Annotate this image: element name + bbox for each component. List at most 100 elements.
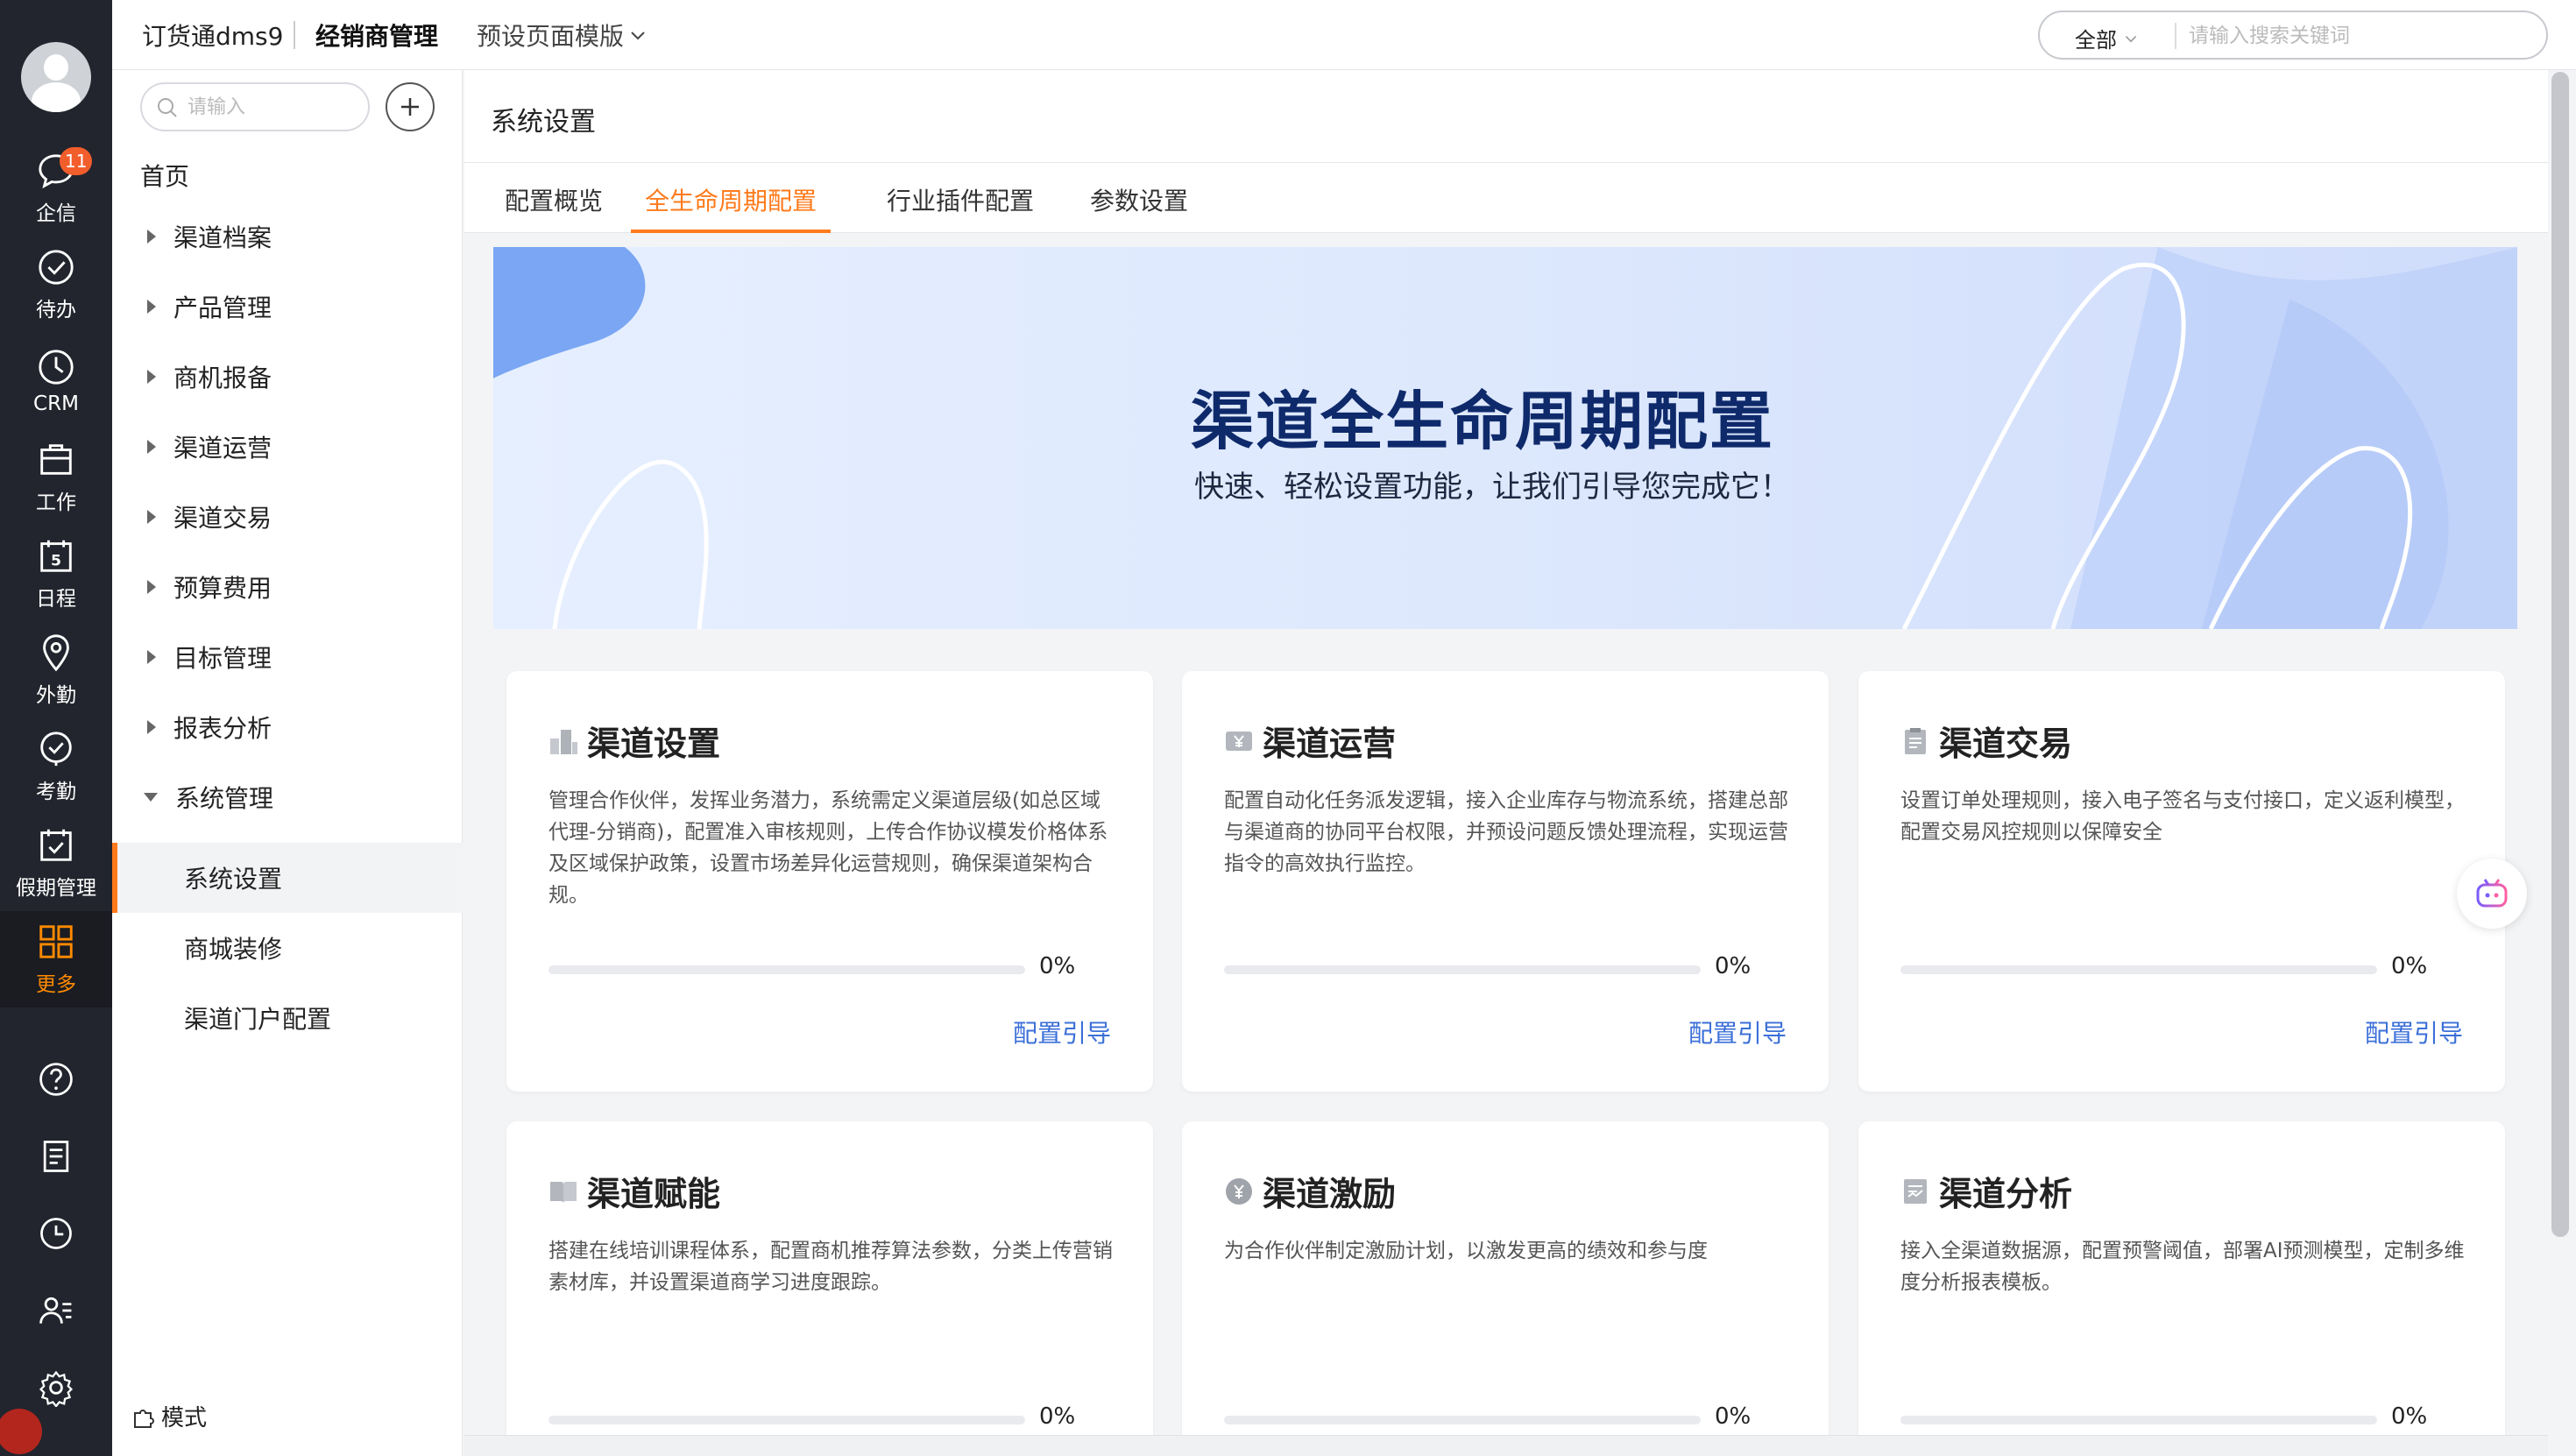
- config-guide-link[interactable]: 配置引导: [1688, 1014, 1787, 1050]
- check-circle-icon: [39, 250, 74, 285]
- settings-button[interactable]: [0, 1361, 112, 1414]
- progress-percent: 0%: [1715, 953, 1752, 979]
- rail-label: 更多: [36, 973, 76, 996]
- sidebar-item-channel-archive[interactable]: 渠道档案: [112, 205, 463, 268]
- sidebar-item-label: 报表分析: [173, 714, 272, 743]
- help-button[interactable]: [0, 1053, 112, 1106]
- sidebar-subitem-system-settings[interactable]: 系统设置: [112, 843, 463, 913]
- rail-item-schedule[interactable]: 5 日程: [0, 526, 112, 622]
- card-title: 渠道分析: [1900, 1167, 2072, 1215]
- sidebar-item-label: 目标管理: [173, 644, 272, 673]
- card-title: 渠道交易: [1900, 717, 2072, 765]
- card-title: 渠道运营: [1224, 717, 1396, 765]
- rail-item-field[interactable]: 外勤: [0, 622, 112, 718]
- yen-card-icon: [1226, 731, 1252, 751]
- progress-bar: [548, 1416, 1025, 1424]
- rail-item-leave[interactable]: 假期管理: [0, 815, 112, 911]
- sidebar-item-budget[interactable]: 预算费用: [112, 555, 463, 618]
- config-guide-link[interactable]: 配置引导: [1013, 1014, 1111, 1050]
- rail-item-work[interactable]: 工作: [0, 429, 112, 526]
- sidebar-item-home[interactable]: 首页: [140, 158, 189, 193]
- sidebar-item-system[interactable]: 系统管理: [112, 766, 463, 829]
- sidebar-item-label: 渠道档案: [173, 223, 272, 252]
- card-description: 接入全渠道数据源，配置预警阈值，部署AI预测模型，定制多维度分析报表模板。: [1900, 1240, 2465, 1294]
- card-title: 渠道激励: [1224, 1167, 1396, 1215]
- app-rail: 11 企信 待办 CRM 工作 5 日程 外勤 考勤 假期管理 更多: [0, 0, 112, 1456]
- module-name[interactable]: 经销商管理: [315, 18, 438, 53]
- search-scope-label: 全部: [2075, 28, 2117, 53]
- sidebar: 首页 渠道档案 产品管理 商机报备 渠道运营 渠道交易 预算费用 目标管理 报表…: [112, 70, 463, 1456]
- caret-right-icon: [147, 300, 156, 314]
- assistant-button[interactable]: [2457, 859, 2527, 929]
- document-icon: [43, 1141, 69, 1172]
- progress-percent: 0%: [1715, 1403, 1752, 1430]
- rail-item-messages[interactable]: 11 企信: [0, 140, 112, 237]
- sidebar-item-reports[interactable]: 报表分析: [112, 696, 463, 759]
- rail-label: 工作: [36, 491, 76, 514]
- history-button[interactable]: [0, 1207, 112, 1260]
- sidebar-item-label: 渠道交易: [173, 504, 272, 533]
- sidebar-subitem-mall-decoration[interactable]: 商城装修: [112, 913, 463, 983]
- sidebar-item-trade[interactable]: 渠道交易: [112, 485, 463, 548]
- rail-item-more[interactable]: 更多: [0, 911, 112, 1007]
- template-dropdown[interactable]: 预设页面模版: [477, 18, 647, 53]
- rail-label: 外勤: [36, 684, 76, 707]
- config-guide-link[interactable]: 配置引导: [2365, 1014, 2463, 1050]
- caret-right-icon: [147, 230, 156, 244]
- coin-icon: [1226, 1177, 1252, 1205]
- mode-toggle[interactable]: 模式: [131, 1400, 207, 1432]
- tab-overview[interactable]: 配置概览: [505, 182, 603, 233]
- caret-right-icon: [147, 440, 156, 454]
- card-description: 设置订单处理规则，接入电子签名与支付接口，定义返利模型，配置交易风控规则以保障安…: [1900, 789, 2465, 844]
- tab-parameters[interactable]: 参数设置: [1090, 182, 1188, 233]
- sidebar-subitem-portal-config[interactable]: 渠道门户配置: [112, 983, 463, 1053]
- card-description: 搭建在线培训课程体系，配置商机推荐算法参数，分类上传营销素材库，并设置渠道商学习…: [548, 1240, 1113, 1294]
- rail-item-crm[interactable]: CRM: [0, 333, 112, 429]
- sidebar-item-target[interactable]: 目标管理: [112, 626, 463, 689]
- top-bar: 订货通dms9 经销商管理 预设页面模版 全部: [112, 0, 2576, 70]
- tab-lifecycle[interactable]: 全生命周期配置: [631, 182, 832, 233]
- caret-right-icon: [147, 650, 156, 664]
- sidebar-search-input[interactable]: [188, 93, 354, 121]
- progress-percent: 0%: [1039, 1403, 1076, 1430]
- page-header: 系统设置: [464, 70, 2548, 163]
- caret-right-icon: [147, 510, 156, 524]
- global-search: 全部: [2038, 11, 2548, 60]
- rail-label: 待办: [36, 299, 76, 322]
- divider: [294, 21, 295, 49]
- progress-percent: 0%: [2391, 953, 2428, 979]
- card-title-text: 渠道赋能: [587, 1175, 721, 1213]
- user-list-button[interactable]: [0, 1284, 112, 1337]
- avatar[interactable]: [21, 42, 91, 112]
- tab-industry-plugins[interactable]: 行业插件配置: [887, 182, 1034, 233]
- rail-item-todo[interactable]: 待办: [0, 237, 112, 333]
- rail-label: 日程: [36, 588, 76, 611]
- rail-item-attendance[interactable]: 考勤: [0, 718, 112, 815]
- mode-label: 模式: [161, 1405, 208, 1431]
- progress-bar: [1224, 965, 1701, 974]
- sidebar-item-product[interactable]: 产品管理: [112, 275, 463, 338]
- horizontal-scrollbar[interactable]: [464, 1435, 2548, 1456]
- add-button[interactable]: [386, 82, 435, 131]
- clipboard-icon: [1905, 727, 1926, 754]
- shield-check-icon: [40, 732, 72, 767]
- card-title-text: 渠道交易: [1939, 724, 2073, 763]
- search-scope-select[interactable]: 全部: [2075, 23, 2138, 53]
- calendar-icon: 5: [40, 540, 72, 572]
- tab-bar: 配置概览 全生命周期配置 行业插件配置 参数设置: [464, 163, 2548, 233]
- search-input[interactable]: [2189, 19, 2530, 53]
- app-name[interactable]: 订货通dms9: [142, 18, 283, 53]
- location-icon: [43, 634, 69, 672]
- card-title: 渠道赋能: [548, 1167, 720, 1215]
- sidebar-item-operations[interactable]: 渠道运营: [112, 415, 463, 478]
- rail-label: 企信: [36, 202, 76, 225]
- puzzle-icon: [134, 1409, 154, 1428]
- caret-right-icon: [147, 720, 156, 734]
- page-title: 系统设置: [491, 107, 596, 138]
- document-button[interactable]: [0, 1130, 112, 1183]
- sidebar-search: [140, 82, 370, 131]
- vertical-scrollbar[interactable]: [2551, 72, 2569, 1237]
- sidebar-item-opportunity[interactable]: 商机报备: [112, 345, 463, 408]
- sidebar-item-label: 预算费用: [173, 574, 272, 603]
- hero-banner: 渠道全生命周期配置 快速、轻松设置功能，让我们引导您完成它！: [493, 247, 2517, 629]
